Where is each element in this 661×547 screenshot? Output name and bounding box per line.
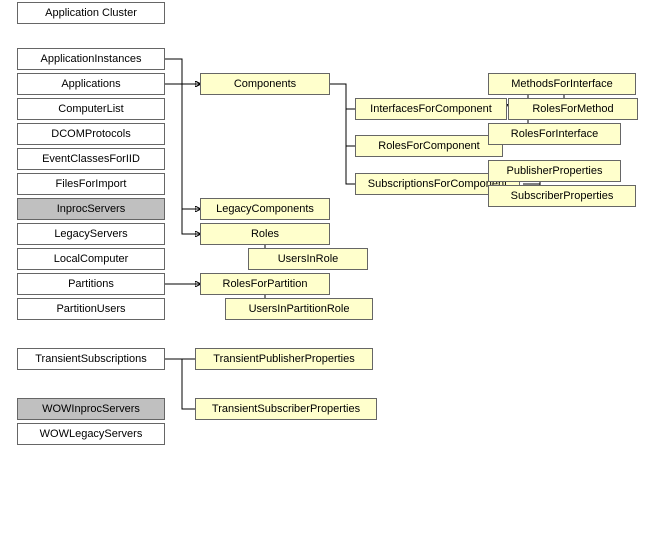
node-legacy-servers: LegacyServers bbox=[17, 223, 165, 245]
node-applications: Applications bbox=[17, 73, 165, 95]
node-roles-for-component: RolesForComponent bbox=[355, 135, 503, 157]
node-files-for-import: FilesForImport bbox=[17, 173, 165, 195]
node-application-cluster: Application Cluster bbox=[17, 2, 165, 24]
node-roles-for-partition: RolesForPartition bbox=[200, 273, 330, 295]
node-local-computer: LocalComputer bbox=[17, 248, 165, 270]
node-application-instances: ApplicationInstances bbox=[17, 48, 165, 70]
node-subscriber-properties: SubscriberProperties bbox=[488, 185, 636, 207]
node-computer-list: ComputerList bbox=[17, 98, 165, 120]
node-methods-for-interface: MethodsForInterface bbox=[488, 73, 636, 95]
diagram: Application Cluster ApplicationInstances… bbox=[0, 0, 661, 547]
node-components: Components bbox=[200, 73, 330, 95]
node-publisher-properties: PublisherProperties bbox=[488, 160, 621, 182]
node-event-classes-for-iid: EventClassesForIID bbox=[17, 148, 165, 170]
node-roles: Roles bbox=[200, 223, 330, 245]
node-transient-subscriber-properties: TransientSubscriberProperties bbox=[195, 398, 377, 420]
node-inproc-servers: InprocServers bbox=[17, 198, 165, 220]
node-interfaces-for-component: InterfacesForComponent bbox=[355, 98, 507, 120]
node-transient-subscriptions: TransientSubscriptions bbox=[17, 348, 165, 370]
node-users-in-partition-role: UsersInPartitionRole bbox=[225, 298, 373, 320]
node-transient-publisher-properties: TransientPublisherProperties bbox=[195, 348, 373, 370]
node-roles-for-method: RolesForMethod bbox=[508, 98, 638, 120]
node-users-in-role: UsersInRole bbox=[248, 248, 368, 270]
node-dcom-protocols: DCOMProtocols bbox=[17, 123, 165, 145]
node-roles-for-interface: RolesForInterface bbox=[488, 123, 621, 145]
node-legacy-components: LegacyComponents bbox=[200, 198, 330, 220]
node-wow-inproc-servers: WOWInprocServers bbox=[17, 398, 165, 420]
node-wow-legacy-servers: WOWLegacyServers bbox=[17, 423, 165, 445]
node-partition-users: PartitionUsers bbox=[17, 298, 165, 320]
node-partitions: Partitions bbox=[17, 273, 165, 295]
